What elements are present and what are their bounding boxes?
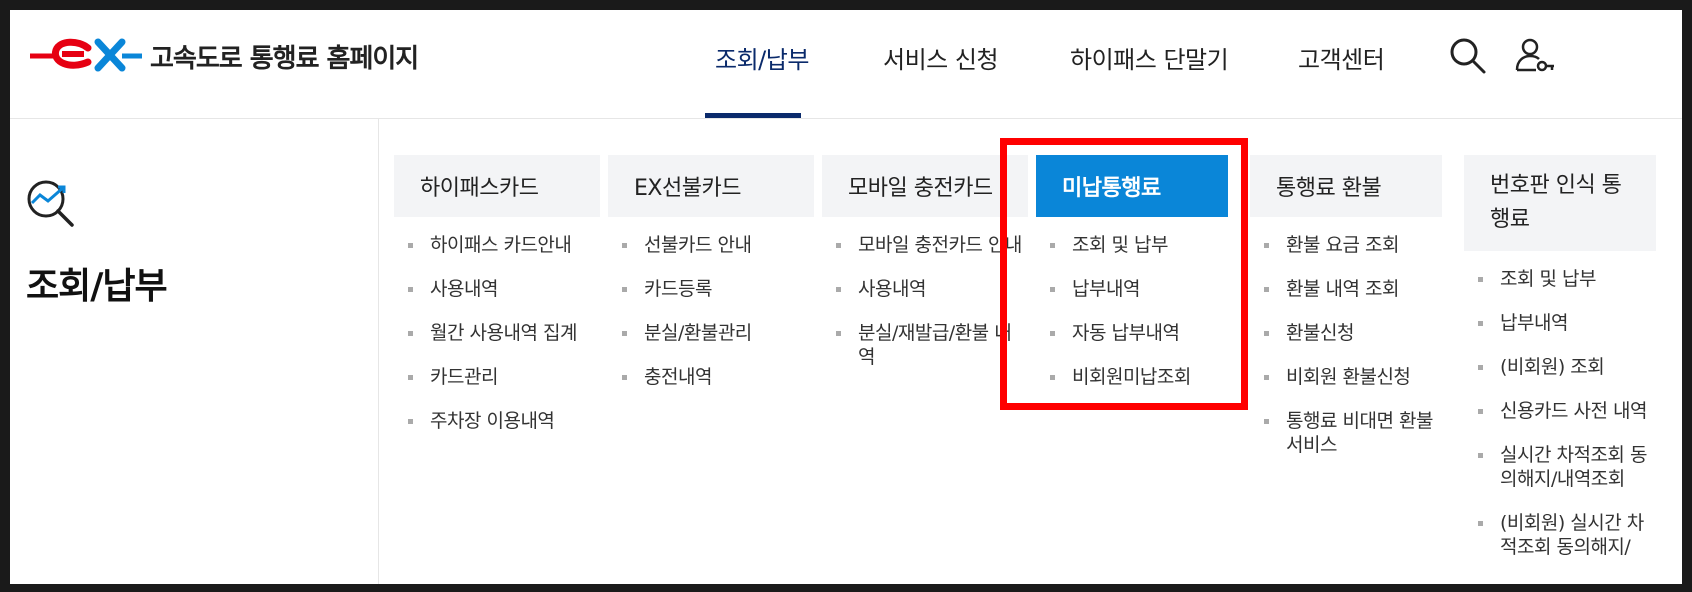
search-icon[interactable]	[1446, 34, 1490, 78]
menu-item[interactable]: 환불 내역 조회	[1250, 277, 1442, 301]
menu-item[interactable]: 통행료 비대면 환불서비스	[1250, 409, 1442, 457]
menu-item[interactable]: (비회원) 조회	[1464, 355, 1656, 379]
left-panel: 조회/납부	[10, 119, 379, 584]
menu-item[interactable]: 분실/환불관리	[608, 321, 814, 345]
column-title[interactable]: EX선불카드	[608, 155, 814, 217]
menu-column-ex-prepaid-card: EX선불카드 선불카드 안내 카드등록 분실/환불관리 충전내역	[608, 155, 814, 389]
column-title[interactable]: 번호판 인식 통행료	[1464, 155, 1656, 251]
menu-item[interactable]: 자동 납부내역	[1036, 321, 1228, 345]
nav-query-payment[interactable]: 조회/납부	[715, 40, 809, 75]
user-key-icon[interactable]	[1512, 34, 1556, 78]
menu-item[interactable]: (비회원) 실시간 차적조회 동의해지/	[1464, 511, 1656, 559]
column-title[interactable]: 통행료 환불	[1250, 155, 1442, 217]
menu-item[interactable]: 주차장 이용내역	[394, 409, 600, 433]
menu-item[interactable]: 분실/재발급/환불 내역	[822, 321, 1028, 369]
ex-logo[interactable]	[26, 34, 156, 76]
menu-column-unpaid-toll: 미납통행료 조회 및 납부 납부내역 자동 납부내역 비회원미납조회	[1036, 155, 1228, 389]
site-header: 고속도로 통행료 홈페이지 조회/납부 서비스 신청 하이패스 단말기 고객센터	[10, 10, 1682, 119]
nav-active-underline	[705, 113, 801, 118]
menu-item[interactable]: 하이패스 카드안내	[394, 233, 600, 257]
menu-item[interactable]: 카드등록	[608, 277, 814, 301]
magnify-chart-icon	[27, 180, 74, 227]
nav-customer-center[interactable]: 고객센터	[1298, 40, 1385, 75]
menu-item[interactable]: 충전내역	[608, 365, 814, 389]
site-title[interactable]: 고속도로 통행료 홈페이지	[150, 38, 419, 75]
nav-hipass-terminal[interactable]: 하이패스 단말기	[1070, 40, 1229, 75]
menu-item[interactable]: 신용카드 사전 내역	[1464, 399, 1656, 423]
menu-item[interactable]: 조회 및 납부	[1464, 267, 1656, 291]
menu-item[interactable]: 환불 요금 조회	[1250, 233, 1442, 257]
menu-item[interactable]: 비회원 환불신청	[1250, 365, 1442, 389]
menu-item[interactable]: 카드관리	[394, 365, 600, 389]
column-title[interactable]: 하이패스카드	[394, 155, 600, 217]
column-title[interactable]: 모바일 충전카드	[822, 155, 1028, 217]
menu-column-mobile-charge-card: 모바일 충전카드 모바일 충전카드 안내 사용내역 분실/재발급/환불 내역	[822, 155, 1028, 369]
menu-item[interactable]: 실시간 차적조회 동의해지/내역조회	[1464, 443, 1656, 491]
menu-item[interactable]: 납부내역	[1036, 277, 1228, 301]
menu-item[interactable]: 선불카드 안내	[608, 233, 814, 257]
menu-item[interactable]: 사용내역	[394, 277, 600, 301]
column-title-active[interactable]: 미납통행료	[1036, 155, 1228, 217]
menu-column-hipass-card: 하이패스카드 하이패스 카드안내 사용내역 월간 사용내역 집계 카드관리 주차…	[394, 155, 600, 433]
nav-service-apply[interactable]: 서비스 신청	[883, 40, 999, 75]
menu-item[interactable]: 납부내역	[1464, 311, 1656, 335]
menu-item[interactable]: 모바일 충전카드 안내	[822, 233, 1028, 257]
menu-item[interactable]: 조회 및 납부	[1036, 233, 1228, 257]
menu-item[interactable]: 환불신청	[1250, 321, 1442, 345]
menu-item[interactable]: 월간 사용내역 집계	[394, 321, 600, 345]
menu-column-plate-recognition-toll: 번호판 인식 통행료 조회 및 납부 납부내역 (비회원) 조회 신용카드 사전…	[1464, 155, 1656, 559]
page-frame: 고속도로 통행료 홈페이지 조회/납부 서비스 신청 하이패스 단말기 고객센터…	[10, 10, 1682, 584]
menu-item[interactable]: 사용내역	[822, 277, 1028, 301]
panel-title: 조회/납부	[26, 266, 168, 307]
menu-column-toll-refund: 통행료 환불 환불 요금 조회 환불 내역 조회 환불신청 비회원 환불신청 통…	[1250, 155, 1442, 457]
menu-item[interactable]: 비회원미납조회	[1036, 365, 1228, 389]
